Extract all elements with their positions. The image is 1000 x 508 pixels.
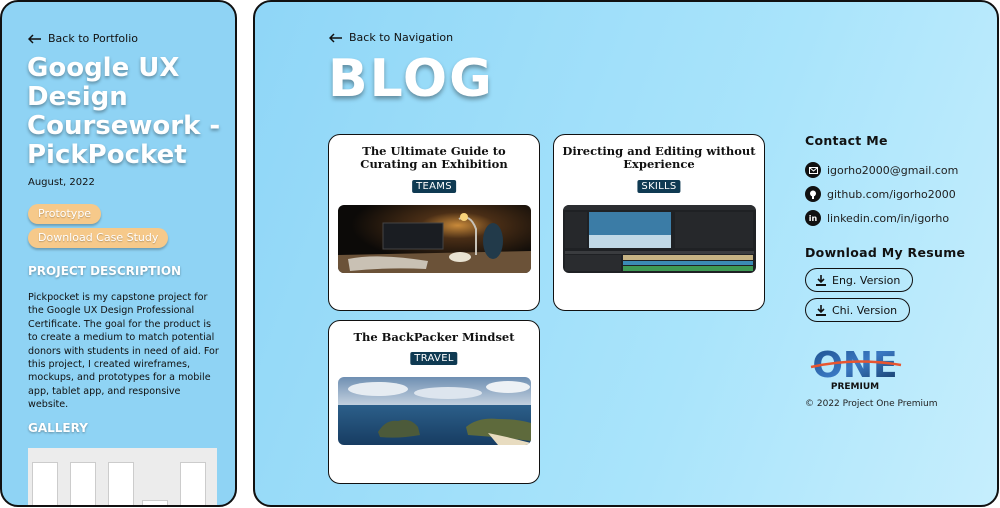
download-icon — [816, 304, 826, 316]
project-title: Google UX Design Coursework - PickPocket — [27, 53, 221, 170]
blog-panel: Back to Navigation BLOG The Ultimate Gui… — [253, 0, 999, 507]
card-title: Directing and Editing without Experience — [562, 144, 756, 171]
project-panel: Back to Portfolio Google UX Design Cours… — [0, 0, 237, 507]
copyright-text: © 2022 Project One Premium — [805, 399, 938, 409]
download-case-study-button[interactable]: Download Case Study — [28, 228, 169, 248]
resume-eng-button[interactable]: Eng. Version — [805, 268, 914, 292]
resume-chi-label: Chi. Version — [832, 303, 898, 317]
arrow-left-icon — [28, 33, 41, 44]
card-thumbnail-desk-lamp — [338, 205, 531, 273]
mail-icon — [805, 162, 821, 178]
wireframe-screen — [142, 500, 168, 505]
project-date: August, 2022 — [28, 177, 95, 188]
project-description: Pickpocket is my capstone project for th… — [28, 292, 219, 411]
contact-heading: Contact Me — [805, 133, 888, 148]
resume-eng-label: Eng. Version — [832, 273, 901, 287]
card-thumbnail-video-editor — [563, 205, 756, 273]
arrow-left-icon — [329, 32, 342, 43]
wireframe-screen — [32, 462, 58, 505]
gallery-heading: GALLERY — [28, 421, 88, 435]
contact-linkedin-link[interactable]: in linkedin.com/in/igorho — [805, 206, 995, 230]
wireframe-screen — [70, 462, 96, 505]
project-description-heading: PROJECT DESCRIPTION — [28, 264, 182, 278]
resume-chi-button[interactable]: Chi. Version — [805, 298, 911, 322]
contact-github-link[interactable]: github.com/igorho2000 — [805, 182, 995, 206]
back-to-portfolio-link[interactable]: Back to Portfolio — [28, 32, 138, 45]
contact-email-text: igorho2000@gmail.com — [827, 163, 959, 177]
page-title: BLOG — [328, 49, 494, 109]
wireframe-screen — [180, 462, 206, 505]
contact-email-link[interactable]: igorho2000@gmail.com — [805, 158, 995, 182]
card-title: The Ultimate Guide to Curating an Exhibi… — [360, 144, 508, 171]
project-one-logo: ONE PREMIUM — [805, 345, 905, 395]
linkedin-icon: in — [805, 210, 821, 226]
card-tag: SKILLS — [637, 180, 681, 193]
blog-card-backpacker[interactable]: The BackPacker Mindset TRAVEL — [328, 320, 540, 484]
contact-section: Contact Me igorho2000@gmail.com github.c… — [805, 133, 995, 230]
contact-linkedin-text: linkedin.com/in/igorho — [827, 211, 950, 225]
blog-card-exhibition[interactable]: The Ultimate Guide to Curating an Exhibi… — [328, 134, 540, 311]
prototype-button[interactable]: Prototype — [28, 204, 102, 224]
blog-card-directing[interactable]: Directing and Editing without Experience… — [553, 134, 765, 311]
wireframe-screen — [108, 462, 134, 505]
back-label: Back to Navigation — [349, 31, 454, 44]
card-tag: TRAVEL — [410, 352, 458, 365]
download-icon — [816, 274, 826, 286]
resume-heading: Download My Resume — [805, 245, 966, 260]
card-tag: TEAMS — [412, 180, 456, 193]
card-title: The BackPacker Mindset — [353, 330, 515, 344]
card-thumbnail-coastline — [338, 377, 531, 445]
back-to-navigation-link[interactable]: Back to Navigation — [329, 31, 453, 44]
contact-github-text: github.com/igorho2000 — [827, 187, 956, 201]
gallery-image[interactable] — [28, 448, 217, 505]
back-label: Back to Portfolio — [48, 32, 138, 45]
github-icon — [805, 186, 821, 202]
svg-text:PREMIUM: PREMIUM — [831, 382, 879, 391]
